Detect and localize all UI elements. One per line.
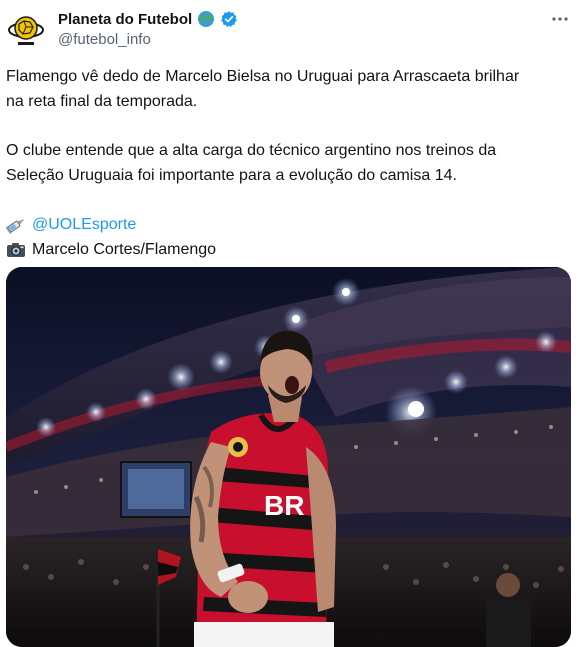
tweet-card: Planeta do Futebol @futebol_info Flameng…: [0, 0, 583, 647]
tweet-line: O clube entende que a alta carga do técn…: [6, 142, 497, 159]
planeta-logo-icon: [8, 16, 44, 45]
source-mention-link[interactable]: @UOLEsporte: [32, 212, 136, 237]
author-display-name[interactable]: Planeta do Futebol: [58, 11, 192, 28]
tweet-line: na reta final da temporada.: [6, 93, 198, 110]
more-options-button[interactable]: [547, 8, 573, 30]
tweet-media-photo[interactable]: BR: [6, 267, 571, 647]
author-handle[interactable]: @futebol_info: [58, 31, 151, 48]
source-line: @UOLEsporte: [6, 212, 566, 237]
syringe-icon: [6, 218, 24, 234]
author-avatar[interactable]: [6, 9, 46, 49]
tweet-text: Flamengo vê dedo de Marcelo Bielsa no Ur…: [6, 64, 566, 262]
verified-badge-icon: [221, 11, 238, 28]
tweet-line: Flamengo vê dedo de Marcelo Bielsa no Ur…: [6, 68, 520, 85]
tweet-line: Seleção Uruguaia foi importante para a e…: [6, 167, 457, 184]
camera-icon: [7, 242, 25, 257]
stadium-player-photo: BR: [6, 267, 571, 647]
author-name-row: Planeta do Futebol: [58, 9, 238, 29]
photo-credit-text: Marcelo Cortes/Flamengo: [32, 241, 217, 258]
more-horizontal-icon: [552, 17, 568, 21]
globe-icon: [198, 11, 215, 27]
photo-credit-line: Marcelo Cortes/Flamengo: [6, 237, 566, 262]
jersey-sponsor-text: BR: [264, 490, 304, 521]
